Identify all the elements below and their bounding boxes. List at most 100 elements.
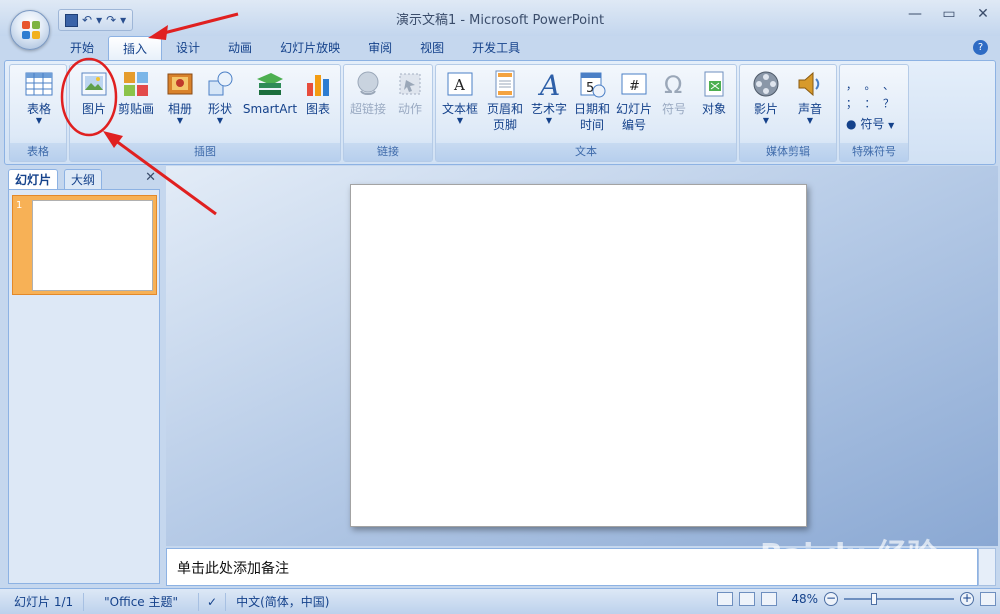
chevron-down-icon: ▼ — [888, 121, 895, 130]
clipart-button[interactable]: 剪贴画 — [114, 69, 158, 117]
chevron-down-icon: ▼ — [806, 116, 814, 125]
clipart-icon — [121, 69, 151, 99]
tab-3[interactable]: 动画 — [214, 36, 266, 60]
svg-text:A: A — [453, 76, 465, 94]
chevron-down-icon: ▼ — [176, 116, 184, 125]
dropdown-icon[interactable]: ▾ — [96, 13, 102, 27]
zoom-in-button[interactable]: + — [960, 592, 974, 606]
vertical-scrollbar[interactable] — [978, 548, 996, 586]
speaker-icon — [795, 69, 825, 99]
tab-5[interactable]: 审阅 — [354, 36, 406, 60]
calendar-icon: 5 — [577, 69, 607, 99]
action-icon — [395, 69, 425, 99]
close-icon[interactable]: ✕ — [145, 170, 156, 185]
slide-thumbnail-preview — [32, 200, 153, 291]
customize-qat-icon[interactable]: ▾ — [120, 13, 126, 27]
group-text: A 文本框 ▼ 页眉和 页脚 A 艺术字 ▼ 5 日期和 时间 # 幻灯片 编号… — [435, 64, 737, 162]
office-button[interactable] — [10, 10, 50, 50]
chevron-down-icon: ▼ — [545, 116, 553, 125]
chevron-down-icon: ▼ — [216, 116, 224, 125]
date-time-button[interactable]: 5 日期和 时间 — [570, 69, 614, 133]
notes-placeholder: 单击此处添加备注 — [177, 561, 289, 577]
symbol-row-1[interactable]: ， 。 、 — [846, 77, 895, 93]
slide-number-button[interactable]: # 幻灯片 编号 — [612, 69, 656, 133]
tab-4[interactable]: 幻灯片放映 — [266, 36, 354, 60]
window-controls: — ▭ ✕ — [898, 6, 1000, 22]
smartart-button[interactable]: SmartArt — [242, 69, 298, 117]
chevron-down-icon: ▼ — [35, 116, 43, 125]
textbox-icon: A — [445, 69, 475, 99]
tab-2[interactable]: 设计 — [162, 36, 214, 60]
smartart-icon — [255, 69, 285, 99]
redo-icon[interactable]: ↷ — [106, 13, 116, 27]
album-button[interactable]: 相册 ▼ — [158, 69, 202, 125]
group-illustrations: 图片 剪贴画 相册 ▼ 形状 ▼ SmartArt 图表 插图 — [69, 64, 341, 162]
movie-button[interactable]: 影片 ▼ — [744, 69, 788, 125]
spellcheck-icon[interactable]: ✓ — [199, 592, 227, 611]
symbol-dropdown-button[interactable]: ● 符号 ▼ — [846, 115, 894, 132]
tab-7[interactable]: 开发工具 — [458, 36, 534, 60]
slideshow-icon[interactable] — [761, 592, 778, 606]
tab-outline[interactable]: 大纲 — [64, 169, 103, 189]
hyperlink-button[interactable]: 超链接 — [346, 69, 390, 117]
symbol-button[interactable]: Ω 符号 — [652, 69, 696, 117]
save-icon[interactable] — [65, 13, 78, 27]
chart-button[interactable]: 图表 — [296, 69, 340, 117]
wordart-button[interactable]: A 艺术字 ▼ — [526, 69, 572, 125]
zoom-out-button[interactable]: − — [824, 592, 838, 606]
slide-thumbnail[interactable]: 1 — [12, 195, 157, 295]
normal-view-icon[interactable] — [717, 592, 734, 606]
symbol-row-2[interactable]: ； ： ？ — [846, 95, 895, 111]
slides-panel: 1 — [8, 189, 160, 584]
object-button[interactable]: 对象 — [692, 69, 736, 117]
header-footer-button[interactable]: 页眉和 页脚 — [482, 69, 528, 133]
zoom-level[interactable]: 48% — [791, 592, 818, 606]
status-bar: 幻灯片 1/1 "Office 主题" ✓ 中文(简体，中国) 48% − + — [0, 588, 1000, 614]
tab-0[interactable]: 开始 — [56, 36, 108, 60]
watermark-url: jingyan.baidu.com — [770, 568, 872, 581]
status-language[interactable]: 中文(简体，中国) — [226, 593, 339, 611]
status-right: 48% − + — [717, 592, 996, 606]
group-media: 影片 ▼ 声音 ▼ 媒体剪辑 — [739, 64, 837, 162]
help-icon[interactable]: ? — [973, 40, 988, 55]
table-icon — [24, 69, 54, 99]
sound-button[interactable]: 声音 ▼ — [788, 69, 832, 125]
undo-icon[interactable]: ↶ — [82, 13, 92, 27]
maximize-button[interactable]: ▭ — [932, 6, 966, 22]
svg-text:#: # — [629, 79, 640, 94]
chevron-down-icon: ▼ — [456, 116, 464, 125]
object-icon — [699, 69, 729, 99]
zoom-slider-thumb[interactable] — [871, 593, 877, 605]
group-table: 表格 ▼ 表格 — [9, 64, 67, 162]
ribbon-tabs: 开始 插入 设计 动画 幻灯片放映 审阅 视图 开发工具 — [56, 36, 534, 60]
close-button[interactable]: ✕ — [966, 6, 1000, 22]
zoom-slider[interactable] — [844, 593, 954, 605]
action-button[interactable]: 动作 — [388, 69, 432, 117]
slide-canvas[interactable] — [350, 184, 807, 527]
film-reel-icon — [751, 69, 781, 99]
tab-1[interactable]: 插入 — [108, 36, 163, 60]
status-theme: "Office 主题" — [84, 592, 200, 611]
picture-icon — [79, 69, 109, 99]
fit-window-icon[interactable] — [980, 592, 996, 606]
hyperlink-icon — [353, 69, 383, 99]
slide-number-icon: # — [619, 69, 649, 99]
wordart-icon: A — [534, 69, 564, 102]
textbox-button[interactable]: A 文本框 ▼ — [438, 69, 482, 125]
group-label-media: 媒体剪辑 — [740, 143, 836, 161]
quick-access-toolbar: ↶ ▾ ↷ ▾ — [58, 9, 134, 31]
table-button[interactable]: 表格 ▼ — [17, 69, 61, 125]
slide-sorter-icon[interactable] — [739, 592, 756, 606]
minimize-button[interactable]: — — [898, 6, 932, 22]
shapes-button[interactable]: 形状 ▼ — [198, 69, 242, 125]
panel-tabs: 幻灯片 大纲 ✕ — [8, 169, 160, 189]
chevron-down-icon: ▼ — [762, 116, 770, 125]
header-footer-icon — [490, 69, 520, 99]
omega-icon: Ω — [659, 69, 689, 99]
picture-button[interactable]: 图片 — [72, 69, 116, 117]
group-label-text: 文本 — [436, 143, 736, 161]
tab-6[interactable]: 视图 — [406, 36, 458, 60]
group-label-special: 特殊符号 — [840, 143, 908, 161]
tab-slides[interactable]: 幻灯片 — [8, 169, 59, 189]
svg-text:A: A — [537, 69, 560, 99]
